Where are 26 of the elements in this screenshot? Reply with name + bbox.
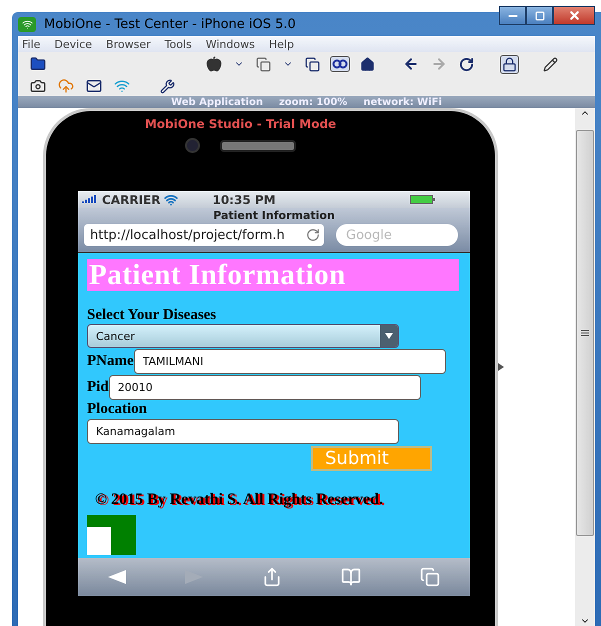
input-field[interactable]: 20010	[108, 375, 421, 400]
menu-item[interactable]: Tools	[164, 38, 192, 50]
input-field[interactable]: TAMILMANI	[134, 349, 446, 374]
status-text: network: WiFi	[363, 96, 442, 108]
field-label: PName	[87, 353, 134, 370]
menu-item[interactable]: Help	[268, 38, 294, 50]
field-label: Pid	[87, 379, 109, 396]
status-text: Web Application	[171, 96, 263, 108]
menu-item[interactable]: Windows	[206, 38, 255, 50]
field-label: Select Your Diseases	[87, 307, 218, 324]
window-title: MobiOne - Test Center - iPhone iOS 5.0	[44, 16, 297, 32]
status-text: zoom: 100%	[278, 96, 348, 108]
trial-mode-text: MobiOne Studio - Trial Mode	[144, 117, 336, 131]
page-title: Patient Information	[213, 209, 335, 222]
page-heading: Patient Information	[87, 259, 459, 291]
disease-select[interactable]: Cancer	[87, 324, 399, 348]
input-field[interactable]: Kanamagalam	[87, 419, 399, 444]
url-field[interactable]: http://localhost/project/form.h	[84, 224, 324, 246]
carrier-text: CARRIER	[102, 192, 160, 206]
menu-item[interactable]: Device	[54, 38, 92, 50]
field-label: Plocation	[87, 401, 147, 418]
search-field[interactable]: Google	[336, 224, 458, 246]
menu-item[interactable]: Browser	[106, 38, 151, 50]
copyright-text: © 2015 By Revathi S. All Rights Reserved.	[95, 491, 384, 509]
menu-item[interactable]: File	[22, 38, 40, 50]
clock-text: 10:35 PM	[212, 192, 276, 206]
